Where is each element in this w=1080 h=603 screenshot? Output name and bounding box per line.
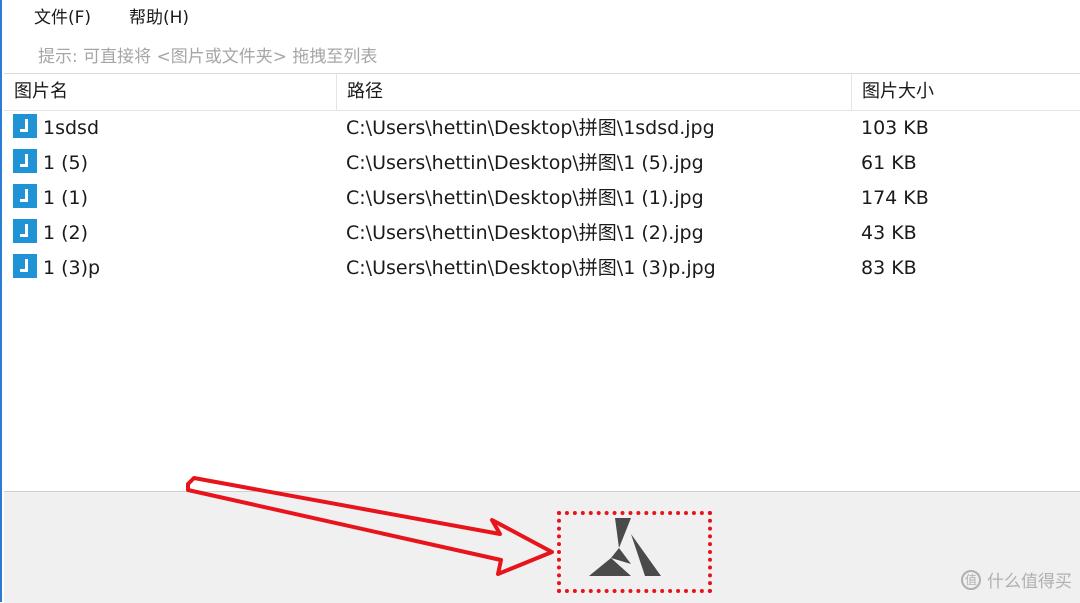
menu-bar: 文件(F) 帮助(H) [4, 0, 1080, 30]
image-list-table[interactable]: 图片名 路径 图片大小 1sdsd C:\Users\hettin\Deskto… [4, 73, 1080, 492]
cell-path: C:\Users\hettin\Desktop\拼图\1 (2).jpg [346, 222, 704, 244]
cell-name: 1 (5) [13, 146, 88, 181]
table-row[interactable]: 1 (1) C:\Users\hettin\Desktop\拼图\1 (1).j… [4, 181, 1080, 216]
table-row[interactable]: 1 (2) C:\Users\hettin\Desktop\拼图\1 (2).j… [4, 216, 1080, 251]
cell-size: 61 KB [861, 152, 917, 174]
column-header-path[interactable]: 路径 [337, 74, 852, 110]
menu-file[interactable]: 文件(F) [30, 3, 95, 28]
image-file-icon [13, 219, 37, 243]
cell-path: C:\Users\hettin\Desktop\拼图\1 (5).jpg [346, 152, 704, 174]
watermark: 值 什么值得买 [961, 567, 1072, 592]
column-header-size[interactable]: 图片大小 [852, 74, 1080, 110]
cell-name: 1 (3)p [13, 251, 100, 286]
cell-path: C:\Users\hettin\Desktop\拼图\1sdsd.jpg [346, 117, 715, 139]
cell-name: 1sdsd [13, 111, 99, 146]
file-name: 1 (3)p [43, 257, 101, 279]
app-logo-icon[interactable] [585, 514, 665, 580]
cell-size: 174 KB [861, 187, 929, 209]
watermark-text: 什么值得买 [987, 572, 1072, 592]
image-file-icon [13, 254, 37, 278]
cell-size: 83 KB [861, 257, 917, 279]
drag-hint-text: 提示: 可直接将 <图片或文件夹> 拖拽至列表 [38, 47, 378, 67]
cell-size: 103 KB [861, 117, 929, 139]
cell-size: 43 KB [861, 222, 917, 244]
image-file-icon [13, 184, 37, 208]
bottom-toolbar [4, 491, 1080, 603]
file-name: 1sdsd [43, 117, 100, 139]
app-window: 文件(F) 帮助(H) 提示: 可直接将 <图片或文件夹> 拖拽至列表 图片名 … [0, 0, 1080, 603]
table-row[interactable]: 1 (5) C:\Users\hettin\Desktop\拼图\1 (5).j… [4, 146, 1080, 181]
table-header: 图片名 路径 图片大小 [4, 74, 1080, 111]
table-row[interactable]: 1sdsd C:\Users\hettin\Desktop\拼图\1sdsd.j… [4, 111, 1080, 146]
cell-name: 1 (2) [13, 216, 88, 251]
column-header-name[interactable]: 图片名 [4, 74, 337, 110]
file-name: 1 (2) [43, 222, 89, 244]
cell-path: C:\Users\hettin\Desktop\拼图\1 (3)p.jpg [346, 257, 716, 279]
cell-name: 1 (1) [13, 181, 88, 216]
table-body: 1sdsd C:\Users\hettin\Desktop\拼图\1sdsd.j… [4, 111, 1080, 286]
file-name: 1 (1) [43, 187, 89, 209]
file-name: 1 (5) [43, 152, 89, 174]
menu-help[interactable]: 帮助(H) [125, 3, 193, 28]
image-file-icon [13, 114, 37, 138]
table-row[interactable]: 1 (3)p C:\Users\hettin\Desktop\拼图\1 (3)p… [4, 251, 1080, 286]
image-file-icon [13, 149, 37, 173]
watermark-icon: 值 [961, 569, 981, 590]
cell-path: C:\Users\hettin\Desktop\拼图\1 (1).jpg [346, 187, 704, 209]
